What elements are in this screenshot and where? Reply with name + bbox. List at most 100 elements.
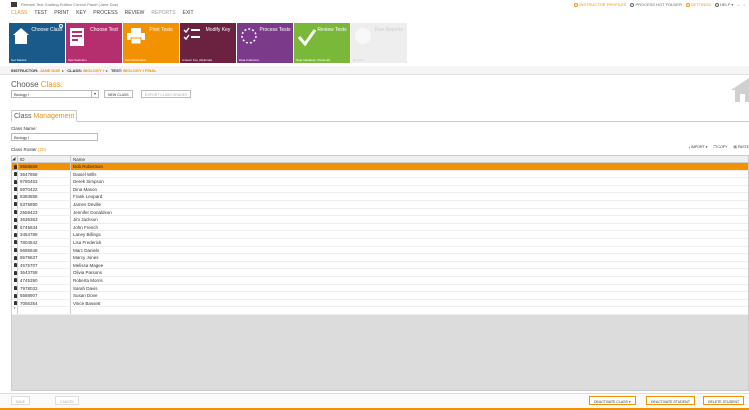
table-row[interactable]: 3636363 Jim Jackson	[12, 216, 748, 224]
table-row[interactable]: 3643758 Olivia Parsons	[12, 269, 748, 277]
table-row[interactable]: 4745390 Roberta Morris	[12, 276, 748, 285]
save-button[interactable]: SAVE	[11, 396, 31, 405]
student-id-cell[interactable]: 3647858	[18, 170, 71, 178]
table-row[interactable]: 5970422 Dina Mason	[12, 185, 748, 194]
instructor-profiles-link[interactable]: INSTRUCTOR PROFILES	[574, 2, 626, 7]
student-id-cell[interactable]: 3636363	[18, 216, 71, 223]
student-name-cell[interactable]: Laney Billings	[71, 231, 748, 238]
table-row[interactable]: 5375890 James Deville	[12, 200, 748, 209]
student-id-cell[interactable]: 5970422	[18, 185, 71, 193]
student-id-cell[interactable]: 7978032	[18, 284, 71, 292]
tab-class-management[interactable]: Class Management	[11, 110, 78, 122]
delete-student-button[interactable]: DELETE STUDENT	[703, 396, 745, 405]
process-hot-folder-link[interactable]: PROCESS HOT FOLDER	[630, 2, 682, 7]
table-row[interactable]: 4575707 Melissa Magee	[12, 261, 748, 270]
menu-process[interactable]: PROCESS	[93, 10, 117, 16]
student-id-cell[interactable]: 8658569	[18, 163, 71, 170]
home-icon[interactable]	[727, 76, 749, 102]
student-id-cell[interactable]: 8679637	[18, 254, 71, 261]
student-name-cell[interactable]: Bob Robertson	[71, 163, 748, 170]
table-row[interactable]: 7804542 Lisa Frederick	[12, 238, 748, 247]
column-header-name[interactable]: Name	[71, 156, 748, 162]
student-name-cell[interactable]: Dina Mason	[71, 186, 748, 193]
table-row[interactable]: 3647858 Daniel Wills	[12, 170, 748, 179]
deactivate-student-button[interactable]: DEACTIVATE STUDENT	[646, 396, 695, 405]
student-id-cell[interactable]: 5685848	[18, 246, 71, 254]
student-id-cell[interactable]: 9780453	[18, 178, 71, 185]
student-id-cell[interactable]: 5588907	[18, 292, 71, 299]
student-id-cell[interactable]: 2559423	[18, 208, 71, 216]
student-id-cell[interactable]	[18, 307, 71, 314]
class-name-input[interactable]: Biology I	[11, 133, 98, 141]
menu-key[interactable]: KEY	[76, 10, 86, 16]
table-row[interactable]: 2559423 Jennifer Donaldson	[12, 208, 748, 217]
student-id-cell[interactable]: 7804542	[18, 238, 71, 246]
cancel-button[interactable]: CANCEL	[55, 396, 80, 405]
student-name-cell[interactable]: Derek Simpson	[71, 178, 748, 185]
table-row[interactable]: 8383858 Frank Leopard	[12, 193, 748, 201]
student-name-cell[interactable]	[71, 307, 748, 314]
student-name-cell[interactable]: Melissa Magee	[71, 262, 748, 269]
student-name-cell[interactable]: Daniel Wills	[71, 171, 748, 178]
table-row[interactable]: 8658569 Bob Robertson	[12, 163, 748, 171]
student-id-cell[interactable]: 4575707	[18, 261, 71, 269]
table-row[interactable]: 7056354 Vince Bassett	[12, 299, 748, 308]
student-name-cell[interactable]: Frank Leopard	[71, 193, 748, 200]
table-row[interactable]: 5685848 Marc Daniels	[12, 246, 748, 255]
tile-run-reports[interactable]: Run Reports Reports	[351, 23, 407, 63]
student-name-cell[interactable]: Marc Daniels	[71, 247, 748, 254]
table-row[interactable]: 7978032 Sarah Davis	[12, 284, 748, 293]
tile-process-tests[interactable]: Process Tests Data Collection	[237, 23, 293, 63]
student-id-cell[interactable]: 3454788	[18, 231, 71, 238]
menu-reports[interactable]: REPORTS	[151, 10, 175, 16]
student-name-cell[interactable]: James Deville	[71, 201, 748, 208]
menu-test[interactable]: TEST	[34, 10, 47, 16]
copy-button[interactable]: ❐ COPY	[713, 145, 727, 149]
table-row[interactable]: 8679637 Marcy Jones	[12, 254, 748, 262]
table-row[interactable]: 5588907 Susan Dove	[12, 292, 748, 300]
deactivate-class-button[interactable]: DEACTIVATE CLASS ▾	[589, 396, 636, 405]
help-link[interactable]: HELP ▾	[714, 2, 733, 7]
paste-button[interactable]: ▤ PASTE	[733, 145, 749, 149]
minimize-button[interactable]: –	[737, 2, 739, 7]
new-row[interactable]: *	[12, 307, 748, 315]
tile-choose-test[interactable]: Choose Test Test Selection	[66, 23, 122, 63]
student-name-cell[interactable]: Marcy Jones	[71, 254, 748, 261]
menu-print[interactable]: PRINT	[54, 10, 69, 16]
student-name-cell[interactable]: Lisa Frederick	[71, 239, 748, 246]
tile-review-tests[interactable]: Review Tests Data Validation (Optional)	[294, 23, 350, 63]
menu-exit[interactable]: EXIT	[182, 10, 193, 16]
export-class-grades-button[interactable]: EXPORT CLASS GRADES	[141, 90, 192, 98]
student-name-cell[interactable]: Roberta Morris	[71, 277, 748, 284]
instructor-profiles-icon	[574, 2, 579, 7]
download-icon: ⤓	[688, 145, 691, 149]
new-class-button[interactable]: NEW CLASS	[104, 90, 133, 98]
menu-review[interactable]: REVIEW	[125, 10, 145, 16]
student-id-cell[interactable]: 7056354	[18, 299, 71, 307]
student-name-cell[interactable]: Sarah Davis	[71, 285, 748, 292]
student-name-cell[interactable]: Jim Jackson	[71, 216, 748, 223]
column-header-id[interactable]: ID	[18, 156, 71, 162]
student-id-cell[interactable]: 4745390	[18, 276, 71, 284]
table-row[interactable]: 9780453 Derek Simpson	[12, 178, 748, 186]
student-name-cell[interactable]: Olivia Parsons	[71, 269, 748, 276]
import-button[interactable]: ⤓ IMPORT ▾	[689, 145, 708, 149]
restore-button[interactable]: ▫	[744, 2, 745, 7]
student-id-cell[interactable]: 8383858	[18, 193, 71, 200]
student-id-cell[interactable]: 6745634	[18, 223, 71, 231]
tile-choose-class[interactable]: Choose Class Get Started	[9, 23, 65, 63]
class-select[interactable]: Biology I ▾	[11, 90, 99, 98]
student-name-cell[interactable]: Susan Dove	[71, 292, 748, 299]
student-name-cell[interactable]: John French	[71, 224, 748, 231]
table-row[interactable]: 3454788 Laney Billings	[12, 231, 748, 239]
menu-class[interactable]: CLASS	[11, 10, 27, 16]
student-name-cell[interactable]: Jennifer Donaldson	[71, 209, 748, 216]
student-id-cell[interactable]: 3643758	[18, 269, 71, 276]
student-id-cell[interactable]: 5375890	[18, 200, 71, 208]
breadcrumb-separator-icon: ▸	[105, 68, 108, 73]
student-name-cell[interactable]: Vince Bassett	[71, 300, 748, 307]
tile-modify-key[interactable]: Modify Key Answer Key (Optional)	[180, 23, 236, 63]
tile-print-tests[interactable]: Print Tests Test Distribution	[123, 23, 179, 63]
settings-link[interactable]: SETTINGS	[685, 2, 711, 7]
table-row[interactable]: 6745634 John French	[12, 223, 748, 232]
